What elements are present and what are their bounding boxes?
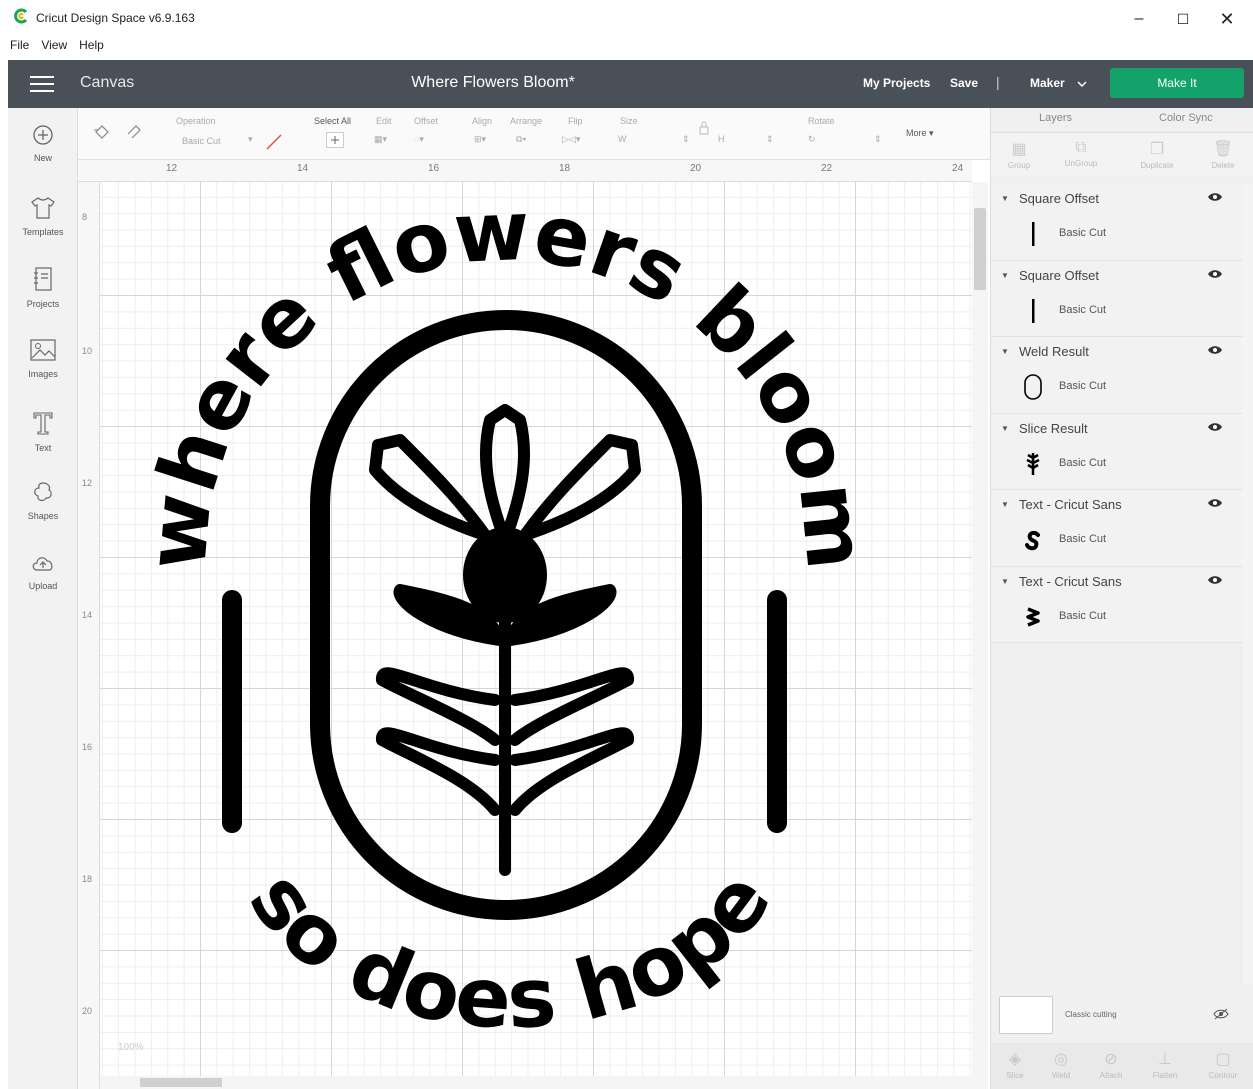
weld-icon: ◎ — [1054, 1051, 1068, 1068]
canvas-vertical-scrollbar[interactable] — [972, 182, 988, 1089]
eye-hidden-icon[interactable] — [1213, 1008, 1229, 1020]
layer-actions: ▦ Group ⧉ UnGroup ❐ Duplicate 🗑 Delete — [991, 132, 1253, 176]
expand-caret-icon[interactable]: ▼ — [1001, 424, 1009, 433]
layer-name: Weld Result — [1019, 344, 1089, 359]
layer-thumbnail-icon — [1032, 298, 1035, 323]
tab-layers[interactable]: Layers — [1039, 112, 1072, 124]
expand-caret-icon[interactable]: ▼ — [1001, 347, 1009, 356]
blank-canvas-row: Classic cutting — [991, 996, 1253, 1042]
blank-canvas-label: Classic cutting — [1065, 1010, 1117, 1019]
top-arc-text: where flowers bloom — [129, 184, 883, 574]
layer-operation: Basic Cut — [1059, 380, 1107, 392]
trash-icon: 🗑 — [1212, 141, 1234, 158]
eye-icon[interactable] — [1207, 422, 1223, 432]
expand-caret-icon[interactable]: ▼ — [1001, 577, 1009, 586]
layer-operation: Basic Cut — [1059, 227, 1107, 239]
layer-name: Square Offset — [1019, 267, 1099, 283]
canvas-horizontal-scrollbar[interactable] — [100, 1076, 972, 1089]
eye-icon[interactable] — [1207, 192, 1223, 202]
layer-row[interactable]: ▼ Slice Result Basic Cut — [991, 413, 1243, 490]
panel-bottom-actions: ◈ Slice ◎ Weld ⊘ Attach ⊥ Flatten ▢ Contour — [991, 1043, 1253, 1089]
layer-operation: Basic Cut — [1059, 303, 1107, 316]
layer-thumbnail-icon — [1026, 452, 1040, 475]
zoom-level[interactable]: 100% — [118, 1042, 144, 1053]
panel-tabs: Layers Color Sync — [991, 108, 1253, 132]
slice-button[interactable]: ◈ Slice — [995, 1049, 1035, 1080]
attach-button[interactable]: ⊘ Attach — [1091, 1049, 1131, 1080]
expand-caret-icon[interactable]: ▼ — [1001, 194, 1009, 203]
layer-thumbnail-icon — [1025, 530, 1040, 551]
layer-row[interactable]: ▼ Text - Cricut Sans Basic Cut — [991, 490, 1243, 567]
expand-caret-icon[interactable]: ▼ — [1001, 271, 1009, 280]
tab-color-sync[interactable]: Color Sync — [1159, 112, 1213, 124]
layer-operation: Basic Cut — [1059, 456, 1107, 469]
panel-scrollbar[interactable] — [1243, 184, 1253, 984]
ungroup-icon: ⧉ — [1075, 139, 1087, 156]
layer-row[interactable]: ▼ Text - Cricut Sans Basic Cut — [991, 566, 1243, 643]
flower-illustration — [369, 404, 641, 876]
layers-panel: Layers Color Sync ▦ Group ⧉ UnGroup ❐ Dupli… — [990, 108, 1253, 1089]
layer-operation: Basic Cut — [1059, 533, 1107, 545]
right-bar — [767, 590, 787, 833]
layer-name: Text - Cricut Sans — [1019, 573, 1122, 589]
delete-button[interactable]: 🗑 Delete — [1203, 139, 1243, 170]
layer-list: ▼ Square Offset Basic Cut ▼ Square Offse… — [991, 184, 1243, 643]
layer-thumbnail-icon — [1024, 374, 1042, 400]
eye-icon[interactable] — [1207, 575, 1223, 585]
duplicate-button[interactable]: ❐ Duplicate — [1137, 139, 1177, 170]
contour-button[interactable]: ▢ Contour — [1203, 1049, 1243, 1080]
group-button[interactable]: ▦ Group — [999, 139, 1039, 170]
layer-operation: Basic Cut — [1059, 609, 1107, 622]
layer-name: Slice Result — [1019, 420, 1088, 436]
flatten-icon: ⊥ — [1158, 1051, 1172, 1068]
layer-name: Text - Cricut Sans — [1019, 497, 1122, 512]
duplicate-icon: ❐ — [1149, 141, 1165, 158]
layer-row[interactable]: ▼ Square Offset Basic Cut — [991, 184, 1243, 261]
ungroup-button[interactable]: ⧉ UnGroup — [1061, 139, 1101, 168]
weld-button[interactable]: ◎ Weld — [1041, 1049, 1081, 1080]
expand-caret-icon[interactable]: ▼ — [1001, 500, 1009, 509]
eye-icon[interactable] — [1207, 345, 1223, 355]
contour-icon: ▢ — [1215, 1051, 1231, 1068]
app-window: Cricut Design Space v6.9.163 – ☐ ✕ File … — [0, 0, 1253, 1089]
eye-icon[interactable] — [1207, 498, 1223, 508]
attach-icon: ⊘ — [1104, 1051, 1118, 1068]
canvas-color-swatch[interactable] — [999, 996, 1053, 1034]
layer-row[interactable]: ▼ Square Offset Basic Cut — [991, 260, 1243, 337]
layer-name: Square Offset — [1019, 191, 1099, 206]
eye-icon[interactable] — [1207, 269, 1223, 279]
group-icon: ▦ — [1011, 141, 1027, 158]
flatten-button[interactable]: ⊥ Flatten — [1145, 1049, 1185, 1080]
layer-thumbnail-icon — [1026, 606, 1040, 627]
layer-row[interactable]: ▼ Weld Result Basic Cut — [991, 337, 1243, 414]
layer-thumbnail-icon — [1032, 222, 1035, 246]
bottom-arc-text: so does hope — [231, 854, 790, 1048]
slice-icon: ◈ — [1008, 1051, 1022, 1068]
left-bar — [222, 590, 242, 833]
